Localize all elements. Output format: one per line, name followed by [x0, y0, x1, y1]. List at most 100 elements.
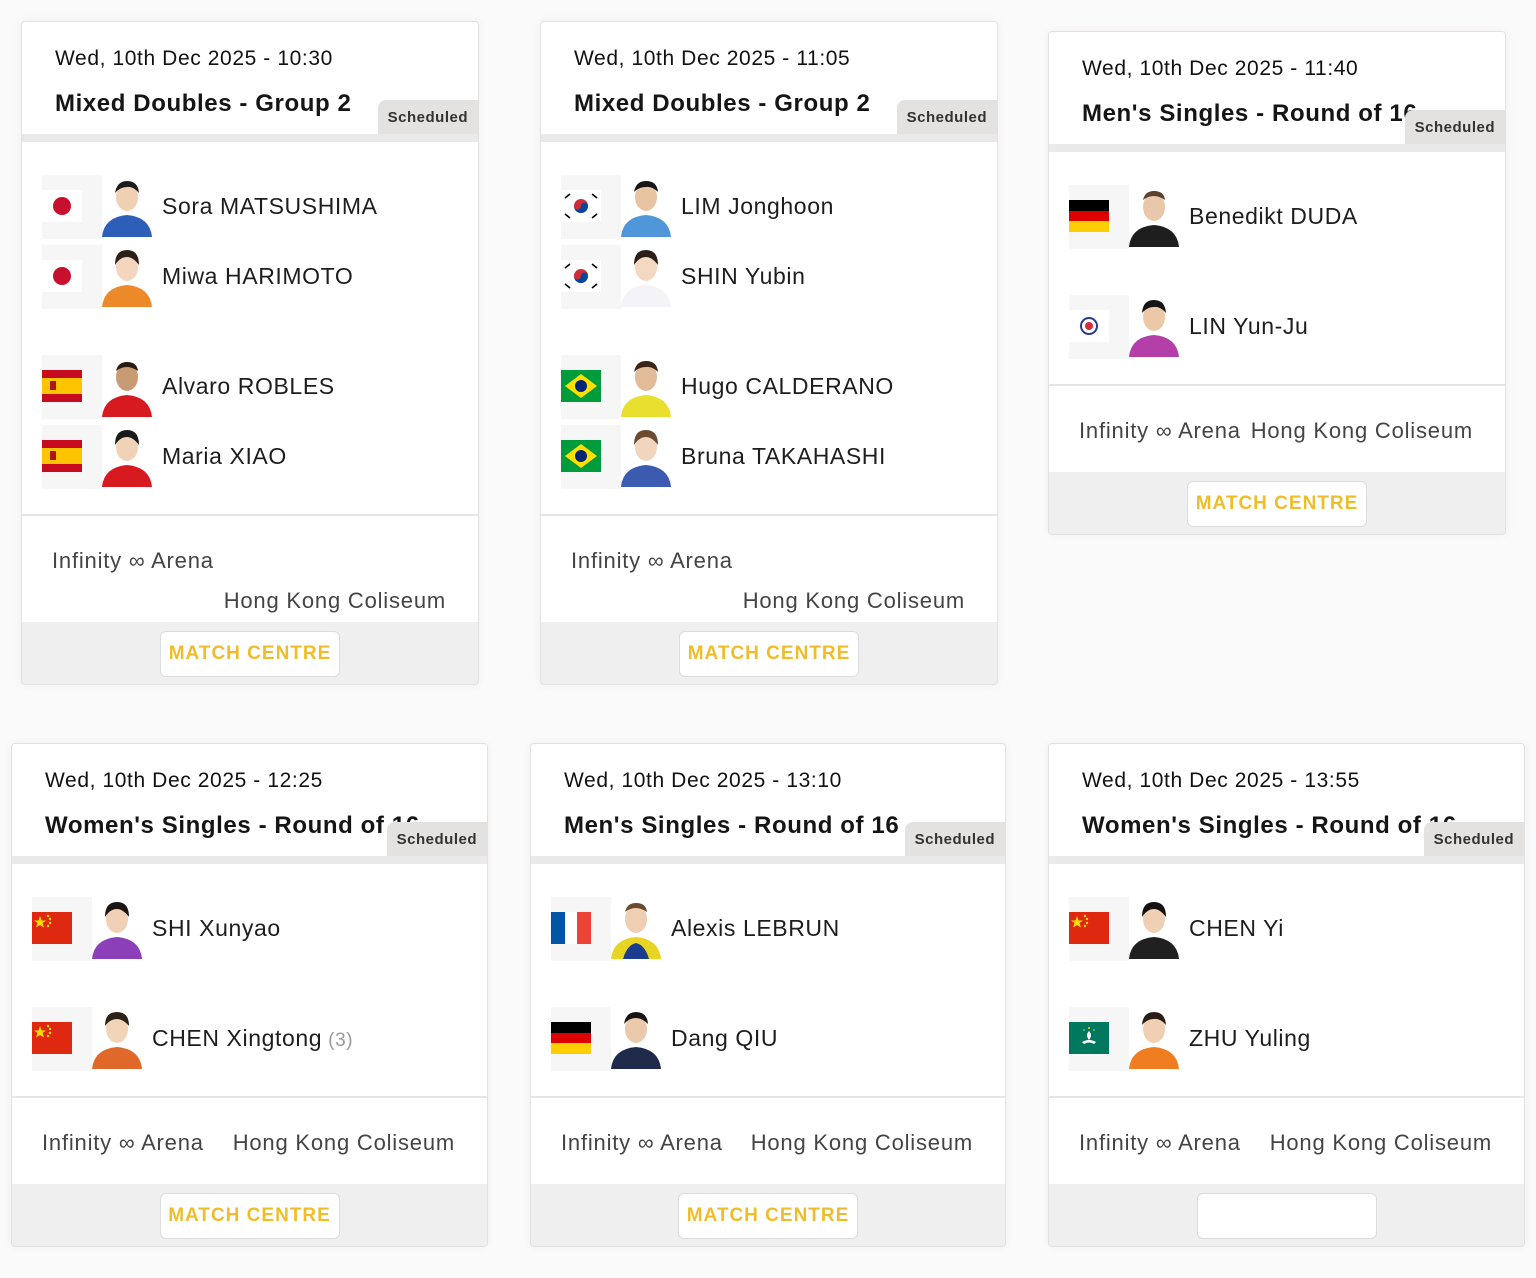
player-avatar: [621, 250, 671, 307]
player-name[interactable]: SHIN Yubin: [681, 263, 811, 290]
player-name[interactable]: Sora MATSUSHIMA: [162, 193, 384, 220]
player-row[interactable]: ZHU Yuling: [1069, 1007, 1489, 1071]
player-avatar: [621, 181, 671, 237]
player-row[interactable]: Alexis LEBRUN: [551, 897, 971, 961]
korea-flag: [561, 190, 601, 222]
players-section: Benedikt DUDA LIN Yun-Ju: [1049, 152, 1505, 386]
germany-flag: [1069, 200, 1109, 232]
player-name[interactable]: LIM Jonghoon: [681, 193, 840, 220]
flag-container: [561, 425, 621, 489]
player-name[interactable]: Benedikt DUDA: [1189, 203, 1364, 230]
player-name[interactable]: SHI Xunyao: [152, 915, 287, 942]
match-centre-button[interactable]: MATCH CENTRE: [678, 1193, 858, 1239]
match-datetime: Wed, 10th Dec 2025 - 13:10: [564, 769, 842, 792]
venue-arena: Infinity ∞ Arena: [1079, 418, 1241, 443]
venue-section: Infinity ∞ Arena Hong Kong Coliseum: [1049, 386, 1505, 472]
player-avatar: [102, 181, 152, 237]
venue-section: Infinity ∞ Arena Hong Kong Coliseum: [22, 516, 478, 622]
venue-location: Hong Kong Coliseum: [1269, 1130, 1492, 1155]
player-avatar: [1129, 1012, 1179, 1069]
status-badge: Scheduled: [896, 100, 997, 134]
player-name[interactable]: Dang QIU: [671, 1025, 784, 1052]
player-row[interactable]: Alvaro ROBLES: [42, 355, 462, 419]
player-name-text: SHIN Yubin: [681, 263, 806, 289]
match-card-header: Wed, 10th Dec 2025 - 11:05 Mixed Doubles…: [541, 22, 997, 142]
player-row[interactable]: CHEN Xingtong (3): [32, 1007, 452, 1071]
card-footer: MATCH CENTRE: [541, 622, 997, 684]
player-row[interactable]: SHI Xunyao: [32, 897, 452, 961]
player-row[interactable]: CHEN Yi: [1069, 897, 1489, 961]
spain-flag: [42, 370, 82, 402]
player-row[interactable]: Maria XIAO: [42, 425, 462, 489]
player-name-text: LIN Yun-Ju: [1189, 313, 1309, 339]
brazil-flag: [561, 370, 601, 402]
player-name[interactable]: CHEN Xingtong (3): [152, 1025, 353, 1052]
player-row[interactable]: Miwa HARIMOTO: [42, 245, 462, 309]
player-name[interactable]: Alvaro ROBLES: [162, 373, 341, 400]
player-avatar: [102, 430, 152, 487]
player-row[interactable]: LIN Yun-Ju: [1069, 295, 1489, 359]
player-avatar: [92, 1012, 142, 1069]
match-datetime: Wed, 10th Dec 2025 - 11:40: [1082, 57, 1359, 80]
match-title: Mixed Doubles - Group 2: [55, 90, 352, 117]
player-name[interactable]: ZHU Yuling: [1189, 1025, 1317, 1052]
player-seed: (3): [328, 1030, 354, 1051]
player-row[interactable]: SHIN Yubin: [561, 245, 981, 309]
player-name-text: Alvaro ROBLES: [162, 373, 335, 399]
match-datetime: Wed, 10th Dec 2025 - 13:55: [1082, 769, 1360, 792]
venue-arena: Infinity ∞ Arena: [1079, 1130, 1241, 1155]
match-centre-button[interactable]: [1196, 1193, 1377, 1239]
player-row[interactable]: Benedikt DUDA: [1069, 185, 1489, 249]
status-badge: Scheduled: [386, 822, 487, 856]
player-row[interactable]: Bruna TAKAHASHI: [561, 425, 981, 489]
player-name[interactable]: CHEN Yi: [1189, 915, 1290, 942]
player-name-text: Maria XIAO: [162, 443, 287, 469]
player-row[interactable]: LIM Jonghoon: [561, 175, 981, 239]
venue-location: Hong Kong Coliseum: [223, 588, 446, 613]
flag-container: [1069, 295, 1129, 359]
flag-container: [42, 245, 102, 309]
flag-container: [561, 245, 621, 309]
chinese-taipei-flag: [1069, 310, 1109, 342]
player-name[interactable]: Hugo CALDERANO: [681, 373, 900, 400]
status-badge: Scheduled: [1404, 110, 1505, 144]
player-name[interactable]: Maria XIAO: [162, 443, 293, 470]
player-avatar: [1129, 300, 1179, 357]
player-name-text: Benedikt DUDA: [1189, 203, 1358, 229]
player-name-text: CHEN Yi: [1189, 915, 1284, 941]
player-row[interactable]: Dang QIU: [551, 1007, 971, 1071]
venue-location: Hong Kong Coliseum: [742, 588, 965, 613]
venue-location: Hong Kong Coliseum: [750, 1130, 973, 1155]
player-name-text: CHEN Xingtong: [152, 1025, 323, 1051]
player-name-text: SHI Xunyao: [152, 915, 281, 941]
player-name[interactable]: Bruna TAKAHASHI: [681, 443, 892, 470]
match-title: Men's Singles - Round of 16: [1082, 100, 1418, 127]
match-centre-button[interactable]: MATCH CENTRE: [1187, 481, 1367, 527]
match-centre-button[interactable]: MATCH CENTRE: [159, 1193, 340, 1239]
player-name[interactable]: Alexis LEBRUN: [671, 915, 846, 942]
match-card: Wed, 10th Dec 2025 - 10:30 Mixed Doubles…: [21, 21, 479, 685]
spain-flag: [42, 440, 82, 472]
venue-location: Hong Kong Coliseum: [232, 1130, 455, 1155]
match-card: Wed, 10th Dec 2025 - 12:25 Women's Singl…: [11, 743, 488, 1247]
venue-section: Infinity ∞ Arena Hong Kong Coliseum: [531, 1098, 1005, 1184]
venue-location: Hong Kong Coliseum: [1250, 418, 1473, 443]
flag-container: [1069, 1007, 1129, 1071]
match-card-header: Wed, 10th Dec 2025 - 13:55 Women's Singl…: [1049, 744, 1524, 864]
china-flag: [32, 1022, 72, 1054]
venue-arena: Infinity ∞ Arena: [42, 1130, 204, 1155]
status-badge: Scheduled: [1423, 822, 1524, 856]
france-flag: [551, 912, 591, 944]
korea-flag: [561, 260, 601, 292]
match-title: Women's Singles - Round of 16: [1082, 812, 1457, 839]
venue-arena: Infinity ∞ Arena: [561, 1130, 723, 1155]
venue-arena: Infinity ∞ Arena: [571, 548, 733, 573]
match-title: Mixed Doubles - Group 2: [574, 90, 871, 117]
player-name[interactable]: Miwa HARIMOTO: [162, 263, 359, 290]
match-centre-button[interactable]: MATCH CENTRE: [160, 631, 340, 677]
player-avatar: [102, 362, 152, 417]
player-name[interactable]: LIN Yun-Ju: [1189, 313, 1314, 340]
player-row[interactable]: Hugo CALDERANO: [561, 355, 981, 419]
player-row[interactable]: Sora MATSUSHIMA: [42, 175, 462, 239]
match-centre-button[interactable]: MATCH CENTRE: [679, 631, 859, 677]
